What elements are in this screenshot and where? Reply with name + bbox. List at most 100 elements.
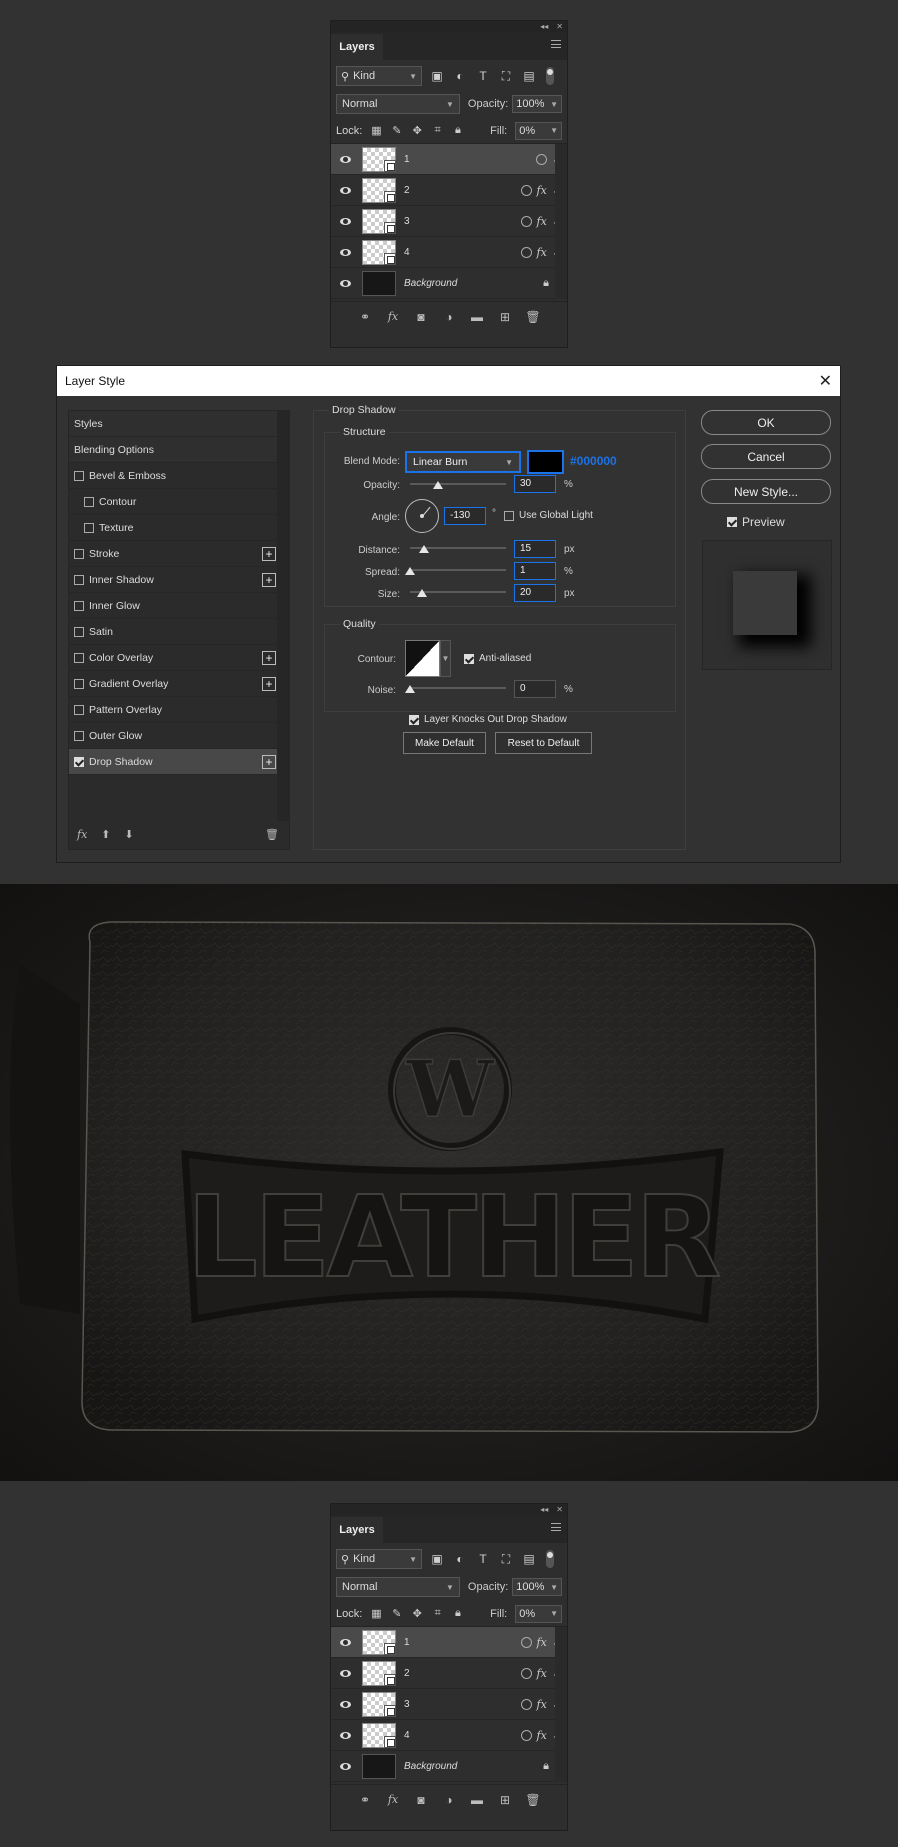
shape-filter-icon[interactable]: ⛶: [498, 68, 514, 84]
contour-item[interactable]: Contour: [69, 489, 279, 515]
use-global-light-checkbox[interactable]: Use Global Light: [504, 510, 593, 521]
kind-filter-select[interactable]: ⚲ Kind ▼: [336, 1549, 422, 1569]
anti-aliased-box[interactable]: [464, 653, 474, 664]
smart-object-filter-icon[interactable]: ▤: [521, 1551, 537, 1567]
visibility-toggle[interactable]: [331, 1700, 359, 1708]
move-up-icon[interactable]: ⬆: [101, 828, 110, 841]
fill-field[interactable]: 0% ▼: [515, 1604, 563, 1623]
noise-slider-track[interactable]: [410, 687, 506, 689]
link-layers-icon[interactable]: ⚭: [358, 1793, 372, 1807]
add-gradient-overlay-button[interactable]: +: [262, 677, 276, 691]
layer-row[interactable]: Background 🔒︎: [331, 268, 567, 299]
type-filter-icon[interactable]: T: [475, 1551, 491, 1567]
visibility-toggle[interactable]: [331, 155, 359, 163]
color-overlay-item[interactable]: Color Overlay +: [69, 645, 279, 671]
spread-slider-track[interactable]: [410, 569, 506, 571]
texture-checkbox[interactable]: [84, 522, 94, 533]
scrollbar[interactable]: [555, 1627, 567, 1782]
blend-mode-select[interactable]: Normal ▼: [336, 94, 460, 114]
lock-move-icon[interactable]: ✥: [411, 124, 423, 138]
kind-filter-select[interactable]: ⚲ Kind ▼: [336, 66, 422, 86]
lock-artboard-icon[interactable]: ⌗: [431, 124, 443, 138]
lock-brush-icon[interactable]: ✎: [391, 1607, 403, 1621]
opacity-field[interactable]: 100% ▼: [512, 95, 562, 113]
adjustment-filter-icon[interactable]: ◐: [452, 68, 468, 84]
color-overlay-checkbox[interactable]: [74, 652, 84, 663]
contour-checkbox[interactable]: [84, 496, 94, 507]
drop-shadow-item[interactable]: Drop Shadow +: [69, 749, 279, 775]
styles-item[interactable]: Styles: [69, 411, 279, 437]
gradient-overlay-item[interactable]: Gradient Overlay +: [69, 671, 279, 697]
pattern-overlay-checkbox[interactable]: [74, 704, 84, 715]
add-drop-shadow-button[interactable]: +: [262, 755, 276, 769]
pattern-overlay-item[interactable]: Pattern Overlay: [69, 697, 279, 723]
lock-transparent-icon[interactable]: ▦: [370, 124, 382, 138]
folder-icon[interactable]: ▬: [470, 1793, 484, 1807]
cancel-button[interactable]: Cancel: [701, 444, 831, 469]
close-icon[interactable]: ✕: [819, 371, 832, 391]
visibility-toggle[interactable]: [331, 1638, 359, 1646]
layer-row[interactable]: 1 ⌄: [331, 144, 567, 175]
drop-shadow-checkbox[interactable]: [74, 756, 84, 767]
adjustment-icon[interactable]: ◑: [442, 1793, 456, 1807]
outer-glow-item[interactable]: Outer Glow: [69, 723, 279, 749]
scrollbar[interactable]: [277, 411, 289, 821]
spread-slider-thumb[interactable]: [405, 567, 415, 575]
close-icon[interactable]: ✕: [556, 1505, 563, 1514]
noise-slider-thumb[interactable]: [405, 685, 415, 693]
opacity-slider-thumb[interactable]: [433, 481, 443, 489]
make-default-button[interactable]: Make Default: [403, 732, 486, 754]
link-layers-icon[interactable]: ⚭: [358, 310, 372, 324]
stroke-item[interactable]: Stroke +: [69, 541, 279, 567]
type-filter-icon[interactable]: T: [475, 68, 491, 84]
tab-layers[interactable]: Layers: [331, 1517, 383, 1543]
visibility-toggle[interactable]: [331, 1762, 359, 1770]
fx-icon[interactable]: fx: [537, 1729, 547, 1742]
satin-item[interactable]: Satin: [69, 619, 279, 645]
shadow-blend-mode-select[interactable]: Linear Burn ▼: [405, 451, 521, 473]
tab-layers[interactable]: Layers: [331, 34, 383, 60]
lock-icon[interactable]: 🔒︎: [543, 277, 549, 290]
preview-checkbox[interactable]: Preview: [727, 515, 785, 529]
trash-icon[interactable]: 🗑︎: [265, 828, 279, 841]
layer-row[interactable]: 4 fx ⌄: [331, 237, 567, 268]
layer-row[interactable]: 2 fx ⌄: [331, 175, 567, 206]
pixel-filter-icon[interactable]: ▣: [429, 68, 445, 84]
filter-toggle[interactable]: [546, 67, 554, 85]
fx-icon[interactable]: fx: [537, 1667, 547, 1680]
visibility-toggle[interactable]: [331, 1731, 359, 1739]
distance-field[interactable]: 15: [514, 540, 556, 558]
folder-icon[interactable]: ▬: [470, 310, 484, 324]
filter-toggle[interactable]: [546, 1550, 554, 1568]
visibility-toggle[interactable]: [331, 1669, 359, 1677]
lock-all-icon[interactable]: 🔒︎: [452, 124, 464, 138]
visibility-toggle[interactable]: [331, 186, 359, 194]
layer-row[interactable]: 1 fx ⌄: [331, 1627, 567, 1658]
fx-icon[interactable]: fx: [537, 246, 547, 259]
move-down-icon[interactable]: ⬇: [125, 828, 134, 841]
collapse-icon[interactable]: ◂◂: [540, 22, 548, 31]
gradient-overlay-checkbox[interactable]: [74, 678, 84, 689]
visibility-toggle[interactable]: [331, 248, 359, 256]
knocks-out-box[interactable]: [409, 714, 419, 725]
mask-icon[interactable]: ◙: [414, 1793, 428, 1807]
adjustment-icon[interactable]: ◑: [442, 310, 456, 324]
anti-aliased-checkbox[interactable]: Anti-aliased: [464, 653, 531, 664]
bevel-emboss-checkbox[interactable]: [74, 470, 84, 481]
ok-button[interactable]: OK: [701, 410, 831, 435]
add-color-overlay-button[interactable]: +: [262, 651, 276, 665]
contour-dropdown[interactable]: ▼: [440, 640, 451, 677]
preview-box-check[interactable]: [727, 517, 737, 527]
new-layer-icon[interactable]: ⊞: [498, 310, 512, 324]
pixel-filter-icon[interactable]: ▣: [429, 1551, 445, 1567]
visibility-toggle[interactable]: [331, 217, 359, 225]
inner-glow-checkbox[interactable]: [74, 600, 84, 611]
lock-brush-icon[interactable]: ✎: [391, 124, 403, 138]
shape-filter-icon[interactable]: ⛶: [498, 1551, 514, 1567]
opacity-field[interactable]: 100% ▼: [512, 1578, 562, 1596]
size-slider-thumb[interactable]: [417, 589, 427, 597]
panel-menu-icon[interactable]: [551, 40, 561, 48]
fill-field[interactable]: 0% ▼: [515, 121, 563, 140]
texture-item[interactable]: Texture: [69, 515, 279, 541]
fx-icon[interactable]: fx: [386, 1793, 400, 1806]
